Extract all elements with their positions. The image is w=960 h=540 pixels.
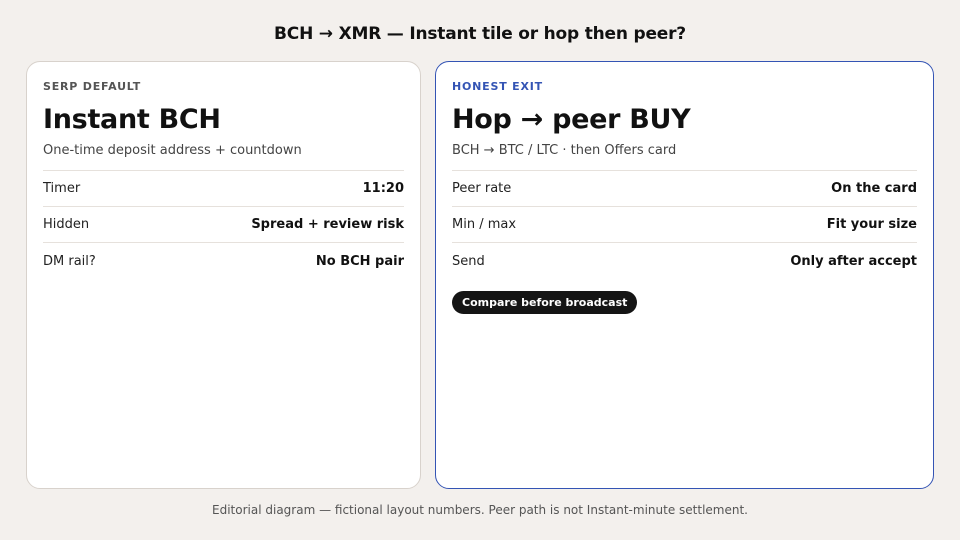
detail-rows: Peer rate On the card Min / max Fit your… [452, 170, 917, 279]
row-hidden: Hidden Spread + review risk [43, 207, 404, 243]
card-title: Instant BCH [43, 104, 221, 135]
row-value: Only after accept [790, 253, 917, 269]
footer-note: Editorial diagram — fictional layout num… [212, 503, 748, 517]
row-value: On the card [831, 181, 917, 196]
row-peer-rate: Peer rate On the card [452, 171, 917, 207]
row-key: Timer [43, 181, 81, 196]
detail-rows: Timer 11:20 Hidden Spread + review risk … [43, 170, 404, 279]
card-subtitle: One-time deposit address + countdown [43, 143, 302, 158]
instant-bch-card: SERP DEFAULT Instant BCH One-time deposi… [26, 61, 421, 489]
hop-peer-card: HONEST EXIT Hop → peer BUY BCH → BTC / L… [435, 61, 934, 489]
row-key: Min / max [452, 217, 517, 232]
row-min-max: Min / max Fit your size [452, 207, 917, 243]
row-key: DM rail? [43, 253, 96, 269]
row-send: Send Only after accept [452, 243, 917, 279]
row-key: Hidden [43, 217, 90, 232]
row-value: 11:20 [362, 181, 404, 196]
row-value: Fit your size [826, 217, 917, 232]
row-timer: Timer 11:20 [43, 171, 404, 207]
compare-before-broadcast-button[interactable]: Compare before broadcast [452, 291, 638, 314]
card-eyebrow: HONEST EXIT [452, 80, 543, 93]
row-dm-rail: DM rail? No BCH pair [43, 243, 404, 279]
row-value: Spread + review risk [251, 217, 404, 232]
card-eyebrow: SERP DEFAULT [43, 80, 142, 93]
card-subtitle: BCH → BTC / LTC · then Offers card [452, 143, 677, 158]
card-title: Hop → peer BUY [452, 104, 691, 135]
row-value: No BCH pair [315, 253, 404, 269]
row-key: Send [452, 253, 485, 269]
page-title: BCH → XMR — Instant tile or hop then pee… [274, 24, 686, 44]
row-key: Peer rate [452, 181, 512, 196]
